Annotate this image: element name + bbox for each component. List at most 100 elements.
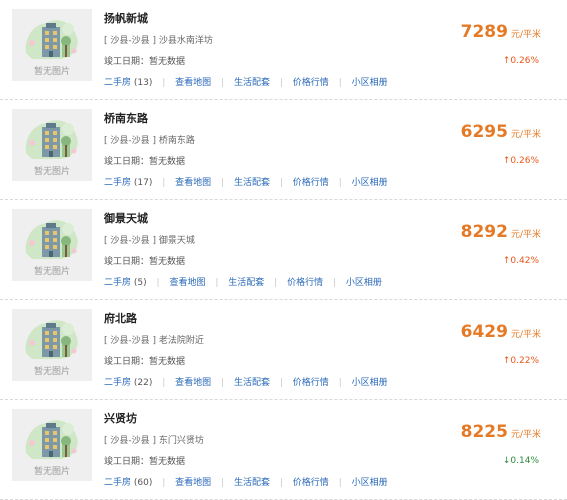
amenities-link[interactable]: 生活配套 — [234, 178, 270, 188]
action-links: 二手房 (17) | 查看地图 | 生活配套 | 价格行情 | 小区相册 — [104, 175, 388, 188]
building-placeholder-icon — [25, 420, 78, 459]
thumbnail[interactable]: 暂无图片 — [12, 109, 92, 181]
divider: | — [279, 178, 283, 188]
community-name[interactable]: 桥南东路 — [104, 110, 148, 126]
no-image-text: 暂无图片 — [33, 367, 70, 377]
view-map-link[interactable]: 查看地图 — [169, 278, 205, 288]
completion-date: 竣工日期：暂无数据 — [104, 457, 186, 467]
amenities-link[interactable]: 生活配套 — [234, 78, 270, 88]
thumbnail[interactable]: 暂无图片 — [12, 309, 92, 381]
completion-date: 竣工日期：暂无数据 — [104, 257, 186, 267]
average-price: 8292 元/平米 — [461, 222, 541, 242]
change-value: 0.22% — [510, 356, 539, 366]
building-placeholder-icon — [25, 220, 78, 259]
price-trend-link[interactable]: 价格行情 — [287, 278, 323, 288]
album-link[interactable]: 小区相册 — [352, 178, 388, 188]
listing-row: 暂无图片 扬帆新城 [ 沙县-沙县 ] 沙县水南洋坊 竣工日期：暂无数据 二手房… — [0, 0, 567, 100]
divider: | — [338, 478, 342, 488]
divider: | — [279, 378, 283, 388]
resale-link[interactable]: 二手房 (22) — [104, 378, 152, 388]
thumbnail[interactable]: 暂无图片 — [12, 9, 92, 81]
resale-label: 二手房 — [104, 278, 132, 288]
divider: | — [274, 278, 278, 288]
listing-row: 暂无图片 桥南东路 [ 沙县-沙县 ] 桥南东路 竣工日期：暂无数据 二手房 (… — [0, 100, 567, 200]
change-value: 0.26% — [510, 56, 539, 66]
change-value: 0.26% — [510, 156, 539, 166]
amenities-link[interactable]: 生活配套 — [234, 378, 270, 388]
amenities-link[interactable]: 生活配套 — [228, 278, 264, 288]
resale-count: (60) — [133, 478, 153, 488]
change-value: 0.14% — [510, 456, 539, 466]
album-link[interactable]: 小区相册 — [352, 478, 388, 488]
divider: | — [162, 378, 166, 388]
album-link[interactable]: 小区相册 — [352, 78, 388, 88]
view-map-link[interactable]: 查看地图 — [175, 378, 211, 388]
resale-link[interactable]: 二手房 (5) — [104, 278, 147, 288]
resale-link[interactable]: 二手房 (60) — [104, 478, 152, 488]
listing-row: 暂无图片 府北路 [ 沙县-沙县 ] 老法院附近 竣工日期：暂无数据 二手房 (… — [0, 300, 567, 400]
divider: | — [221, 478, 225, 488]
community-name[interactable]: 扬帆新城 — [104, 10, 148, 26]
no-image-text: 暂无图片 — [33, 67, 70, 77]
resale-link[interactable]: 二手房 (13) — [104, 78, 152, 88]
divider: | — [338, 78, 342, 88]
address: [ 沙县-沙县 ] 桥南东路 — [104, 136, 195, 146]
divider: | — [162, 478, 166, 488]
listing-row: 暂无图片 兴贤坊 [ 沙县-沙县 ] 东门兴贤坊 竣工日期：暂无数据 二手房 (… — [0, 400, 567, 500]
resale-label: 二手房 — [104, 78, 132, 88]
building-placeholder-icon — [25, 20, 78, 59]
price-trend-link[interactable]: 价格行情 — [293, 78, 329, 88]
no-image-text: 暂无图片 — [33, 167, 70, 177]
price-trend-link[interactable]: 价格行情 — [293, 478, 329, 488]
community-name[interactable]: 府北路 — [104, 310, 137, 326]
resale-label: 二手房 — [104, 178, 132, 188]
divider: | — [215, 278, 219, 288]
price-change: ↓0.14% — [503, 456, 539, 466]
action-links: 二手房 (13) | 查看地图 | 生活配套 | 价格行情 | 小区相册 — [104, 75, 388, 88]
divider: | — [221, 178, 225, 188]
resale-label: 二手房 — [104, 478, 132, 488]
divider: | — [162, 78, 166, 88]
action-links: 二手房 (22) | 查看地图 | 生活配套 | 价格行情 | 小区相册 — [104, 375, 388, 388]
no-image-text: 暂无图片 — [33, 267, 70, 277]
resale-count: (13) — [133, 78, 153, 88]
price-trend-link[interactable]: 价格行情 — [293, 378, 329, 388]
thumbnail[interactable]: 暂无图片 — [12, 409, 92, 481]
community-name[interactable]: 御景天城 — [104, 210, 148, 226]
price-value: 6429 — [460, 322, 508, 342]
price-change: ↑0.26% — [503, 56, 539, 66]
divider: | — [338, 178, 342, 188]
divider: | — [221, 378, 225, 388]
action-links: 二手房 (60) | 查看地图 | 生活配套 | 价格行情 | 小区相册 — [104, 475, 388, 488]
community-name[interactable]: 兴贤坊 — [104, 410, 137, 426]
average-price: 6295 元/平米 — [461, 122, 541, 142]
album-link[interactable]: 小区相册 — [346, 278, 382, 288]
price-unit: 元/平米 — [510, 330, 541, 340]
completion-date: 竣工日期：暂无数据 — [104, 357, 186, 367]
view-map-link[interactable]: 查看地图 — [175, 78, 211, 88]
listing-row: 暂无图片 御景天城 [ 沙县-沙县 ] 御景天城 竣工日期：暂无数据 二手房 (… — [0, 200, 567, 300]
price-trend-link[interactable]: 价格行情 — [293, 178, 329, 188]
divider: | — [279, 478, 283, 488]
resale-link[interactable]: 二手房 (17) — [104, 178, 152, 188]
price-change: ↑0.26% — [503, 156, 539, 166]
change-value: 0.42% — [510, 256, 539, 266]
price-change: ↑0.42% — [503, 256, 539, 266]
amenities-link[interactable]: 生活配套 — [234, 478, 270, 488]
view-map-link[interactable]: 查看地图 — [175, 478, 211, 488]
resale-count: (17) — [133, 178, 153, 188]
completion-date: 竣工日期：暂无数据 — [104, 57, 186, 67]
view-map-link[interactable]: 查看地图 — [175, 178, 211, 188]
divider: | — [156, 278, 160, 288]
address: [ 沙县-沙县 ] 老法院附近 — [104, 336, 204, 346]
price-value: 8292 — [460, 222, 508, 242]
thumbnail[interactable]: 暂无图片 — [12, 209, 92, 281]
average-price: 8225 元/平米 — [461, 422, 541, 442]
divider: | — [162, 178, 166, 188]
building-placeholder-icon — [25, 320, 78, 359]
address: [ 沙县-沙县 ] 东门兴贤坊 — [104, 436, 204, 446]
price-value: 7289 — [460, 22, 508, 42]
price-unit: 元/平米 — [510, 430, 541, 440]
album-link[interactable]: 小区相册 — [352, 378, 388, 388]
price-unit: 元/平米 — [510, 30, 541, 40]
